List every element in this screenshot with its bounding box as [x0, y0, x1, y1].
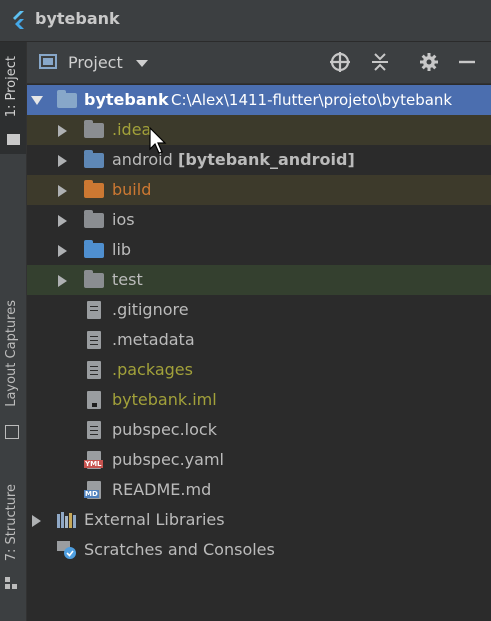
text-file-icon	[87, 331, 101, 349]
minimize-icon[interactable]	[456, 51, 478, 73]
tab-project[interactable]: 1: Project	[0, 42, 26, 154]
text-file-icon	[87, 421, 101, 439]
chevron-right-icon[interactable]	[58, 155, 67, 167]
module-file-icon	[87, 391, 101, 409]
chevron-right-icon[interactable]	[58, 275, 67, 287]
tab-structure-label: 7: Structure	[4, 484, 19, 562]
tree-item-packages[interactable]: .packages	[27, 355, 491, 385]
item-label: Scratches and Consoles	[84, 540, 275, 559]
tree-item-idea[interactable]: .idea	[27, 115, 491, 145]
md-badge: MD	[84, 490, 99, 498]
tree-item-metadata[interactable]: .metadata	[27, 325, 491, 355]
project-view-selector[interactable]: Project	[68, 53, 123, 72]
tree-item-lib[interactable]: lib	[27, 235, 491, 265]
item-label: pubspec.yaml	[112, 450, 224, 469]
chevron-right-icon[interactable]	[58, 185, 67, 197]
ignore-file-icon	[87, 301, 101, 319]
tree-item-test[interactable]: test	[27, 265, 491, 295]
item-label: README.md	[112, 480, 212, 499]
tree-item-readme[interactable]: MD README.md	[27, 475, 491, 505]
tab-project-label: 1: Project	[4, 56, 19, 118]
excluded-folder-icon	[84, 180, 104, 198]
module-suffix: [bytebank_android]	[178, 150, 355, 169]
layout-captures-icon	[5, 425, 19, 439]
tree-item-scratches[interactable]: Scratches and Consoles	[27, 535, 491, 565]
item-label: ios	[112, 210, 135, 229]
title-bar: bytebank	[0, 0, 491, 42]
item-label: .idea	[112, 120, 152, 139]
source-folder-icon	[84, 240, 104, 258]
item-label: lib	[112, 240, 132, 259]
item-label: .metadata	[112, 330, 195, 349]
flutter-logo-icon	[13, 11, 24, 29]
tree-item-pubspec-yaml[interactable]: YML pubspec.yaml	[27, 445, 491, 475]
chevron-right-icon[interactable]	[58, 125, 67, 137]
module-folder-icon	[57, 90, 77, 108]
collapse-all-icon[interactable]	[369, 51, 391, 73]
item-label: build	[112, 180, 152, 199]
chevron-down-icon[interactable]	[31, 96, 43, 105]
root-name: bytebank	[84, 90, 169, 109]
item-label: .gitignore	[112, 300, 189, 319]
tree-item-root[interactable]: bytebank C:\Alex\1411-flutter\projeto\by…	[27, 85, 491, 115]
test-folder-icon	[84, 270, 104, 288]
crosshair-icon[interactable]	[329, 51, 351, 73]
item-label: bytebank.iml	[112, 390, 217, 409]
tree-item-iml[interactable]: bytebank.iml	[27, 385, 491, 415]
libraries-icon	[57, 512, 76, 528]
item-label: .packages	[112, 360, 193, 379]
tree-item-gitignore[interactable]: .gitignore	[27, 295, 491, 325]
text-file-icon	[87, 361, 101, 379]
item-label: pubspec.lock	[112, 420, 217, 439]
chevron-right-icon[interactable]	[58, 215, 67, 227]
chevron-down-icon[interactable]	[136, 60, 148, 67]
project-panel-header: Project	[27, 42, 491, 84]
tab-layout-captures-label: Layout Captures	[4, 300, 19, 407]
tree-item-build[interactable]: build	[27, 175, 491, 205]
module-folder-icon	[84, 150, 104, 168]
project-window-icon	[39, 54, 57, 69]
scratches-icon	[57, 541, 76, 559]
markdown-file-icon: MD	[84, 481, 101, 499]
item-label: test	[112, 270, 143, 289]
chevron-right-icon[interactable]	[58, 245, 67, 257]
chevron-right-icon[interactable]	[32, 515, 41, 527]
structure-icon	[5, 577, 19, 591]
root-path: C:\Alex\1411-flutter\projeto\bytebank	[171, 91, 453, 109]
app-title: bytebank	[35, 9, 120, 28]
yaml-badge: YML	[84, 460, 103, 468]
left-tool-strip: 1: Project Layout Captures 7: Structure	[0, 42, 27, 621]
settings-folder-icon	[84, 120, 104, 138]
tree-item-ios[interactable]: ios	[27, 205, 491, 235]
tree-item-android[interactable]: android [bytebank_android]	[27, 145, 491, 175]
gear-icon[interactable]	[418, 51, 440, 73]
folder-icon	[7, 134, 20, 145]
tree-item-pubspec-lock[interactable]: pubspec.lock	[27, 415, 491, 445]
yaml-file-icon: YML	[84, 451, 103, 469]
folder-icon	[84, 210, 104, 228]
mouse-cursor-icon	[149, 127, 167, 154]
project-tree: bytebank C:\Alex\1411-flutter\projeto\by…	[27, 84, 491, 621]
tree-item-external-libraries[interactable]: External Libraries	[27, 505, 491, 535]
item-label: External Libraries	[84, 510, 225, 529]
